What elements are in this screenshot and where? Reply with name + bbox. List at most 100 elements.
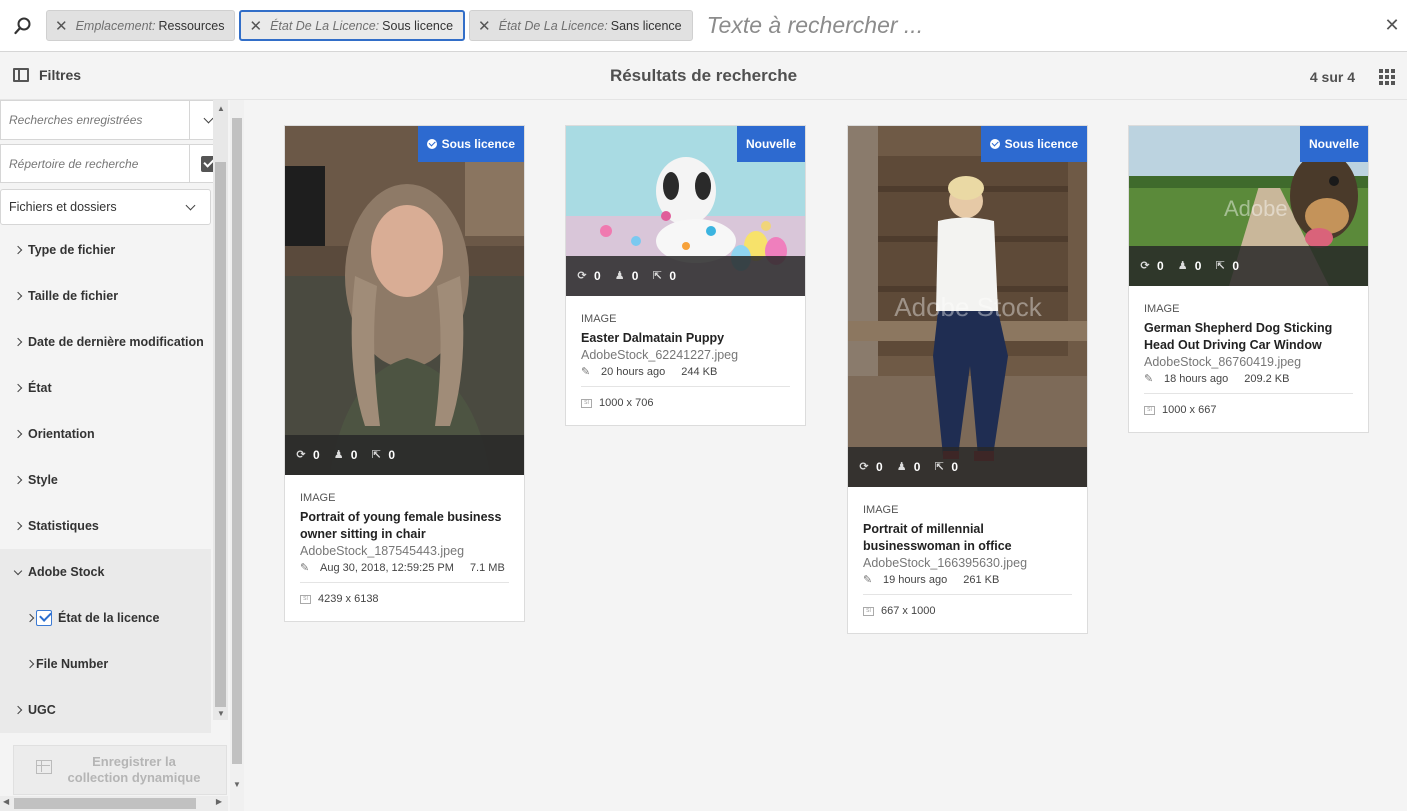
- asset-stats: ⟳ 0 ♟ 0 ⇱ 0: [848, 447, 1087, 487]
- asset-dimensions: 1000 x 706: [599, 397, 654, 409]
- results-header: Filtres Résultats de recherche 4 sur 4: [0, 52, 1407, 100]
- asset-size: 7.1 MB: [469, 561, 505, 574]
- users-icon: ♟: [1177, 260, 1188, 272]
- asset-type: IMAGE: [581, 313, 617, 325]
- asset-type: IMAGE: [863, 504, 899, 516]
- asset-title: German Shepherd Dog Sticking Head Out Dr…: [1144, 321, 1333, 352]
- adobe-stock-watermark: Adobe Stock: [894, 292, 1042, 322]
- click-icon: ⇱: [652, 270, 662, 282]
- sync-icon: ⟳: [577, 270, 587, 282]
- sync-icon: ⟳: [1140, 260, 1150, 272]
- asset-type: IMAGE: [300, 492, 336, 504]
- edit-icon: ✎: [581, 366, 591, 378]
- close-icon[interactable]: ✕: [1377, 15, 1407, 36]
- dimensions-icon: SI: [863, 606, 874, 616]
- remove-tag-icon[interactable]: ✕: [55, 17, 68, 35]
- save-smart-collection-button[interactable]: Enregistrer la collection dynamique: [13, 745, 227, 795]
- check-circle-icon: [426, 139, 437, 149]
- asset-card[interactable]: Adobe Nouvelle ⟳ 0 ♟ 0 ⇱ 0 IMAGE German She…: [1128, 125, 1369, 433]
- sidebar-horizontal-scrollbar[interactable]: ◀ ▶: [0, 796, 228, 811]
- asset-stats: ⟳ 0 ♟ 0 ⇱ 0: [285, 435, 524, 475]
- new-badge: Nouvelle: [736, 126, 805, 162]
- asset-type: IMAGE: [1144, 303, 1180, 315]
- license-state-checkbox[interactable]: [36, 610, 52, 626]
- search-bar: ✕ Emplacement: Ressources ✕ État De La L…: [0, 0, 1407, 52]
- page-title: Résultats de recherche: [609, 66, 798, 85]
- click-icon: ⇱: [934, 461, 944, 473]
- chevron-right-icon: [13, 291, 23, 301]
- check-circle-icon: [989, 139, 1000, 149]
- edit-icon: ✎: [863, 574, 873, 586]
- facet-file-number[interactable]: File Number: [0, 641, 211, 687]
- dimensions-icon: SI: [300, 594, 311, 604]
- chevron-right-icon: [13, 429, 23, 439]
- card-view-icon[interactable]: [1379, 69, 1395, 85]
- facet-license-state[interactable]: État de la licence: [0, 595, 211, 641]
- asset-size: 261 KB: [963, 573, 1000, 586]
- facet-state[interactable]: État: [0, 365, 211, 411]
- chevron-down-icon: [185, 200, 196, 210]
- dimensions-icon: SI: [1144, 405, 1155, 415]
- search-tag-unlicensed[interactable]: ✕ État De La Licence: Sans licence: [469, 10, 693, 41]
- facet-statistics[interactable]: Statistiques: [0, 503, 211, 549]
- files-folders-select[interactable]: Fichiers et dossiers: [0, 189, 211, 225]
- facet-orientation[interactable]: Orientation: [0, 411, 211, 457]
- chevron-down-icon: [13, 566, 23, 575]
- facet-ugc[interactable]: UGC: [0, 687, 211, 733]
- asset-filename: AdobeStock_187545443.jpeg: [300, 544, 465, 558]
- panel-scrollbar[interactable]: ▼: [230, 100, 244, 811]
- asset-card[interactable]: Sous licence ⟳ 0 ♟ 0 ⇱ 0 IMAGE Portrait of …: [284, 125, 525, 622]
- asset-title: Portrait of millennial businesswoman in …: [863, 522, 1012, 553]
- search-directory-field[interactable]: Répertoire de recherche: [0, 144, 228, 183]
- asset-title: Portrait of young female business owner …: [300, 510, 502, 541]
- asset-thumbnail[interactable]: Adobe Nouvelle ⟳ 0 ♟ 0 ⇱ 0: [1129, 126, 1368, 286]
- saved-searches-select[interactable]: Recherches enregistrées: [0, 100, 228, 140]
- remove-tag-icon[interactable]: ✕: [478, 17, 491, 35]
- asset-card[interactable]: Nouvelle ⟳ 0 ♟ 0 ⇱ 0 IMAGE Easter Dalmatain…: [565, 125, 806, 426]
- results-count: 4 sur 4: [1309, 69, 1355, 85]
- facet-style[interactable]: Style: [0, 457, 211, 503]
- dimensions-icon: SI: [581, 398, 592, 408]
- chevron-right-icon: [13, 337, 23, 347]
- users-icon: ♟: [333, 449, 344, 461]
- facet-file-type[interactable]: Type de fichier: [0, 227, 211, 273]
- sidebar-scrollbar[interactable]: ▲ ▼: [213, 100, 228, 720]
- asset-dimensions: 1000 x 667: [1162, 404, 1217, 416]
- facet-adobe-stock[interactable]: Adobe Stock: [0, 549, 211, 595]
- license-badge: Sous licence: [980, 126, 1087, 162]
- edit-icon: ✎: [300, 562, 310, 574]
- search-tag-location[interactable]: ✕ Emplacement: Ressources: [46, 10, 236, 41]
- asset-modified: 20 hours ago: [601, 365, 666, 378]
- license-badge: Sous licence: [417, 126, 524, 162]
- asset-thumbnail[interactable]: Adobe Stock Sous licence ⟳ 0 ♟ 0 ⇱ 0: [848, 126, 1087, 487]
- collection-icon: [36, 760, 52, 774]
- facet-last-modified[interactable]: Date de dernière modification: [0, 319, 211, 365]
- users-icon: ♟: [896, 461, 907, 473]
- chevron-right-icon: [13, 475, 23, 485]
- asset-filename: AdobeStock_86760419.jpeg: [1144, 355, 1302, 369]
- chevron-right-icon: [13, 705, 23, 715]
- chevron-right-icon: [13, 245, 23, 255]
- search-input[interactable]: Texte à rechercher ...: [707, 12, 1377, 39]
- edit-icon: ✎: [1144, 373, 1154, 385]
- asset-size: 244 KB: [681, 365, 718, 378]
- new-badge: Nouvelle: [1299, 126, 1368, 162]
- asset-thumbnail[interactable]: Sous licence ⟳ 0 ♟ 0 ⇱ 0: [285, 126, 524, 475]
- remove-tag-icon[interactable]: ✕: [249, 17, 262, 35]
- asset-title: Easter Dalmatain Puppy: [581, 331, 725, 345]
- asset-dimensions: 667 x 1000: [881, 605, 936, 617]
- chevron-right-icon: [13, 521, 23, 531]
- sync-icon: ⟳: [296, 449, 306, 461]
- asset-card[interactable]: Adobe Stock Sous licence ⟳ 0 ♟ 0 ⇱ 0 IMAGE …: [847, 125, 1088, 634]
- asset-size: 209.2 KB: [1244, 372, 1290, 385]
- asset-thumbnail[interactable]: Nouvelle ⟳ 0 ♟ 0 ⇱ 0: [566, 126, 805, 296]
- asset-stats: ⟳ 0 ♟ 0 ⇱ 0: [566, 256, 805, 296]
- click-icon: ⇱: [1215, 260, 1225, 272]
- click-icon: ⇱: [371, 449, 381, 461]
- chevron-right-icon: [25, 613, 35, 623]
- chevron-right-icon: [13, 383, 23, 393]
- search-icon[interactable]: [0, 0, 46, 52]
- search-tag-licensed[interactable]: ✕ État De La Licence: Sous licence: [239, 10, 466, 41]
- asset-modified: 19 hours ago: [883, 573, 948, 586]
- facet-file-size[interactable]: Taille de fichier: [0, 273, 211, 319]
